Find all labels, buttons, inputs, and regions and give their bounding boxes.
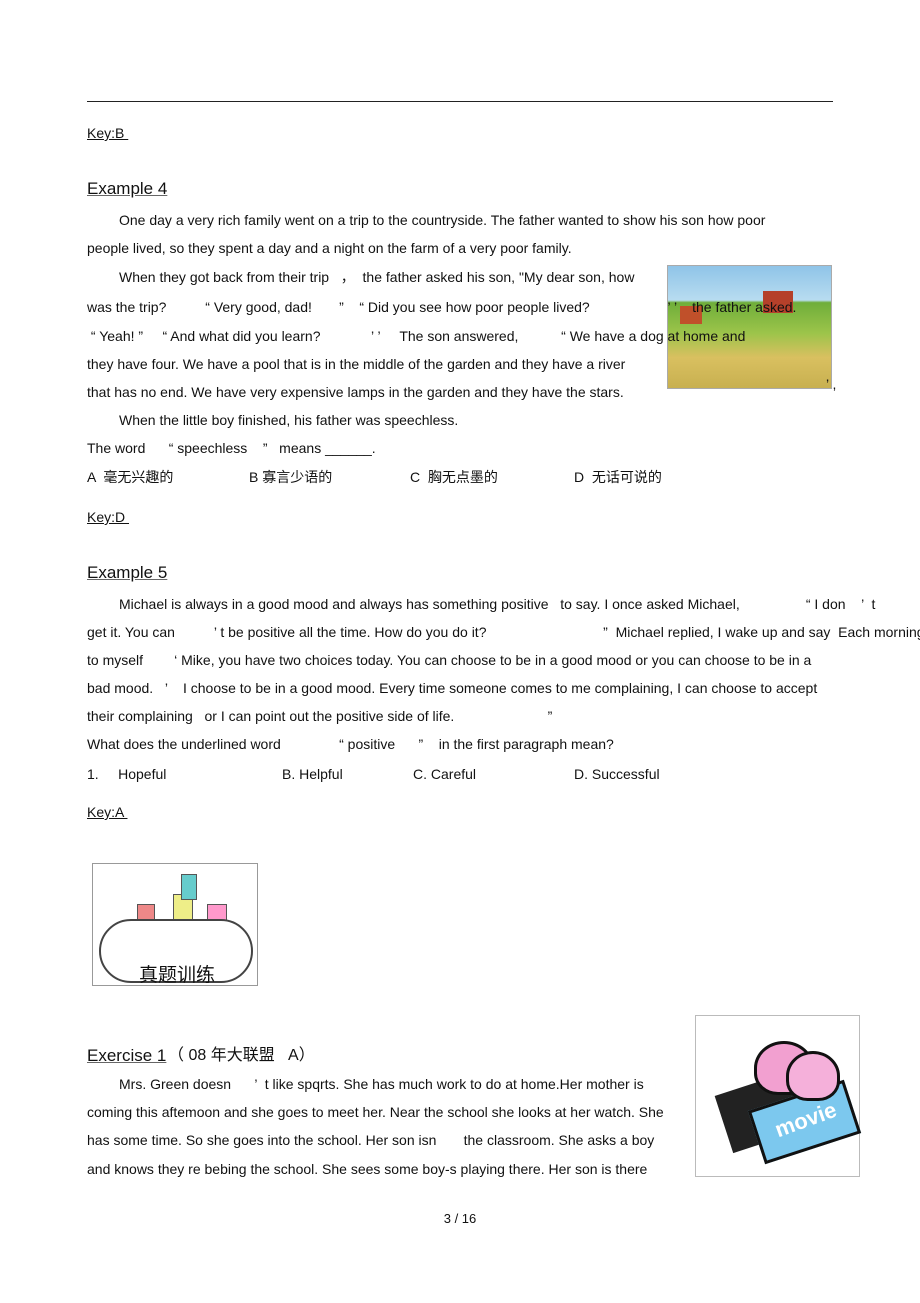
exercise-1-heading: Exercise 1 bbox=[87, 1046, 167, 1065]
banner-text: 真题训练 bbox=[139, 964, 216, 986]
question: What does the underlined word “ positive… bbox=[87, 736, 614, 752]
key-answer: Key:D bbox=[87, 509, 130, 525]
paragraph-line: and knows they re bebing the school. She… bbox=[87, 1161, 648, 1177]
paragraph-line: Michael is always in a good mood and alw… bbox=[119, 596, 876, 612]
paragraph-line: that has no end. We have very expensive … bbox=[87, 384, 624, 400]
option-d: D 无话可说的 bbox=[574, 469, 662, 485]
paragraph-line: “ Yeah! ” “ And what did you learn? ’ ’ … bbox=[87, 328, 746, 344]
paragraph-line: they have four. We have a pool that is i… bbox=[87, 356, 626, 372]
paragraph-line: Mrs. Green doesn ’ t like spqrts. She ha… bbox=[119, 1076, 644, 1092]
option-b: B 寡言少语的 bbox=[249, 469, 333, 485]
example-4-heading: Example 4 bbox=[87, 179, 168, 198]
option-a: A 毫无兴趣的 bbox=[87, 469, 174, 485]
option-c: C 胸无点墨的 bbox=[410, 469, 498, 485]
paragraph-line: to myself ‘ Mike, you have two choices t… bbox=[87, 652, 812, 668]
paragraph-line: was the trip? “ Very good, dad! ” “ Did … bbox=[87, 299, 797, 315]
farm-image bbox=[667, 265, 832, 389]
page-number: 3 / 16 bbox=[443, 1211, 477, 1226]
paragraph-line: their complaining or I can point out the… bbox=[87, 708, 553, 724]
option-d: D. Successful bbox=[574, 766, 660, 782]
question: The word “ speechless ” means ______. bbox=[87, 440, 376, 456]
movie-clapper-image: movie bbox=[695, 1015, 862, 1177]
city-cloud-banner: 真题训练 bbox=[92, 863, 258, 986]
option-c: C. Careful bbox=[413, 766, 477, 782]
paragraph-line: When they got back from their trip ， the… bbox=[119, 269, 635, 285]
key-answer: Key:A bbox=[87, 804, 128, 820]
top-rule bbox=[87, 101, 833, 102]
paragraph-line: bad mood. ’ I choose to be in a good moo… bbox=[87, 680, 818, 696]
paragraph-line: coming this aftemoon and she goes to mee… bbox=[87, 1104, 664, 1120]
example-5-heading: Example 5 bbox=[87, 563, 168, 582]
paragraph-line: has some time. So she goes into the scho… bbox=[87, 1132, 655, 1148]
exercise-1-subtitle: （ 08 年大联盟 A） bbox=[168, 1047, 315, 1064]
paragraph-line: When the little boy finished, his father… bbox=[119, 412, 459, 428]
paragraph-line: get it. You can ’ t be positive all the … bbox=[87, 624, 920, 640]
option-b: B. Helpful bbox=[282, 766, 343, 782]
paragraph-line: people lived, so they spent a day and a … bbox=[87, 240, 572, 256]
key-answer: Key:B bbox=[87, 125, 129, 141]
option-a: 1. Hopeful bbox=[87, 766, 167, 782]
trailing-quote: ’ , bbox=[826, 376, 837, 392]
paragraph-line: One day a very rich family went on a tri… bbox=[119, 212, 766, 228]
